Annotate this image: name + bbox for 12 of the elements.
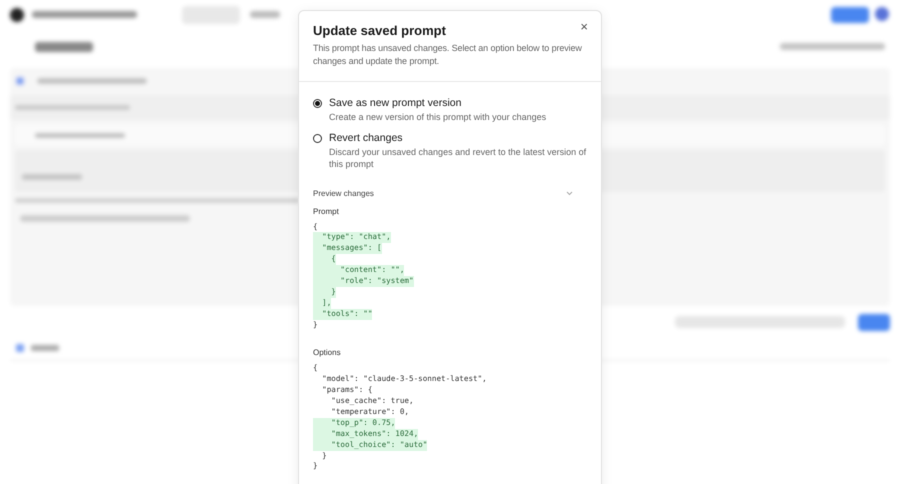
radio-button[interactable]: [313, 134, 322, 142]
option-description: Discard your unsaved changes and revert to the latest version of this prompt: [329, 146, 587, 170]
option-description: Create a new version of this prompt with your changes: [329, 111, 546, 124]
dialog-description: This prompt has unsaved changes. Select an option below to preview changes and update the prompt.: [313, 42, 583, 67]
option-label[interactable]: Revert changes: [329, 132, 587, 144]
close-button[interactable]: ×: [577, 19, 591, 34]
section-title: Options: [313, 348, 342, 358]
radio-button[interactable]: [313, 99, 322, 108]
dialog-title: Update saved prompt: [313, 23, 446, 38]
preview-toggle[interactable]: Preview changes: [313, 188, 374, 198]
option-label[interactable]: Save as new prompt version: [329, 97, 546, 109]
section-title: Prompt: [313, 206, 340, 216]
